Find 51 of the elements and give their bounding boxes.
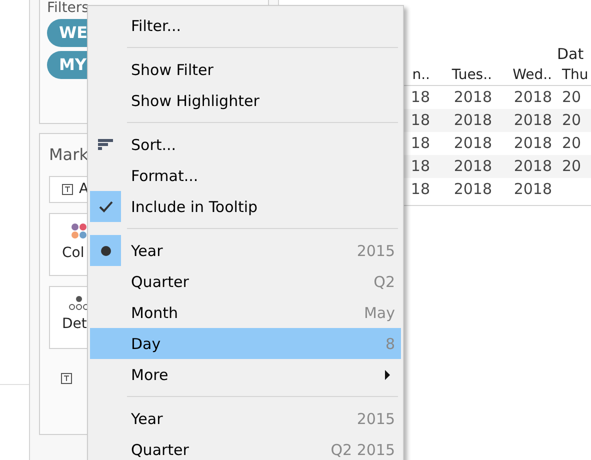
menu-item[interactable]: Day 8	[90, 328, 401, 359]
menu-item-value: 2015	[356, 240, 395, 260]
text-icon	[62, 184, 73, 195]
table-cell-text: 2018	[452, 110, 493, 131]
column-header: Tues..	[450, 66, 493, 85]
menu-item[interactable]: Show Highlighter	[90, 85, 401, 116]
mark-card-label: Col	[62, 244, 84, 263]
column-header: Wed..	[512, 66, 553, 85]
table-cell-text: 2018	[452, 156, 493, 177]
table-cell-text: 2018	[512, 110, 553, 131]
sort-icon	[98, 139, 113, 150]
filters-title: Filters	[47, 0, 89, 17]
detail-dots-icon	[68, 295, 89, 310]
table-cell-text: 2018	[452, 133, 493, 154]
table-cell-text: 2018	[512, 179, 553, 200]
table-cell-text: 2018	[452, 87, 493, 108]
color-dots-icon	[70, 222, 87, 239]
marks-title: Mark	[49, 144, 88, 166]
table-cell-text: 20	[561, 87, 582, 108]
table-cell-text: 20	[561, 156, 582, 177]
text-icon	[61, 373, 72, 384]
radio-dot-icon	[100, 246, 110, 256]
table-cell-text: 18	[410, 133, 431, 154]
table-cell-text: 2018	[512, 156, 553, 177]
column-group-header: Dat	[557, 44, 585, 65]
menu-item-value: 8	[385, 334, 395, 354]
menu-item-value: Q2	[374, 272, 395, 292]
table-cell-text: 20	[561, 133, 582, 154]
table-cell-text: 2018	[452, 179, 493, 200]
column-header: n..	[411, 66, 431, 85]
menu-item[interactable]: Format...	[90, 160, 401, 191]
menu-item[interactable]: Quarter Q2 2015	[90, 434, 401, 460]
menu-item[interactable]: Filter...	[90, 10, 401, 41]
menu-item[interactable]: Show Filter	[90, 54, 401, 85]
menu-item[interactable]: Sort...	[90, 129, 401, 160]
menu-item[interactable]: More	[90, 359, 401, 390]
mark-card-label: Det	[62, 315, 87, 334]
table-cell-text: 2018	[512, 133, 553, 154]
menu-item-value: Q2 2015	[330, 440, 395, 460]
table-cell-text: 2018	[512, 87, 553, 108]
menu-item[interactable]: Year 2015	[90, 403, 401, 434]
check-icon	[98, 200, 112, 213]
menu-item-value: May	[364, 302, 395, 322]
table-cell-text: 18	[410, 110, 431, 131]
table-cell-text: 18	[410, 179, 431, 200]
submenu-arrow-icon	[385, 370, 390, 380]
table-cell-text: 20	[561, 110, 582, 131]
menu-item-value: 2015	[356, 408, 395, 428]
table-cell-text: 18	[410, 156, 431, 177]
table-cell-text: 18	[410, 87, 431, 108]
column-header: Thu	[561, 66, 590, 85]
